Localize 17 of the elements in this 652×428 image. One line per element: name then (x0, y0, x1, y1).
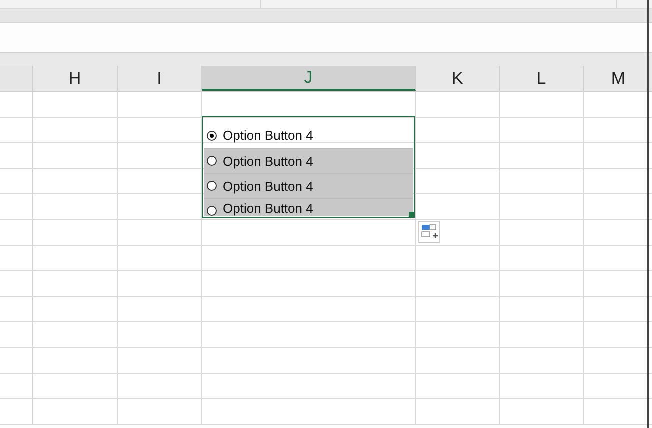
column-header[interactable]: K (416, 66, 500, 91)
option-label: Option Button 4 (223, 201, 314, 216)
option-label: Option Button 4 (223, 154, 314, 168)
radio-button[interactable] (207, 181, 217, 191)
option-label: Option Button 4 (223, 128, 314, 143)
option-row[interactable]: Option Button 4 (204, 173, 413, 198)
paste-options-icon[interactable] (418, 221, 440, 243)
column-header[interactable]: J (202, 66, 416, 91)
resize-handle[interactable] (409, 212, 414, 217)
radio-button[interactable] (207, 206, 217, 216)
column-header[interactable]: L (500, 66, 584, 91)
option-row[interactable]: Option Button 4 (204, 148, 413, 173)
option-row[interactable]: Option Button 4 (204, 123, 413, 148)
radio-button[interactable] (207, 156, 217, 166)
column-header[interactable]: H (33, 66, 118, 91)
option-row[interactable]: Option Button 4 (204, 198, 413, 216)
option-label: Option Button 4 (223, 178, 314, 194)
